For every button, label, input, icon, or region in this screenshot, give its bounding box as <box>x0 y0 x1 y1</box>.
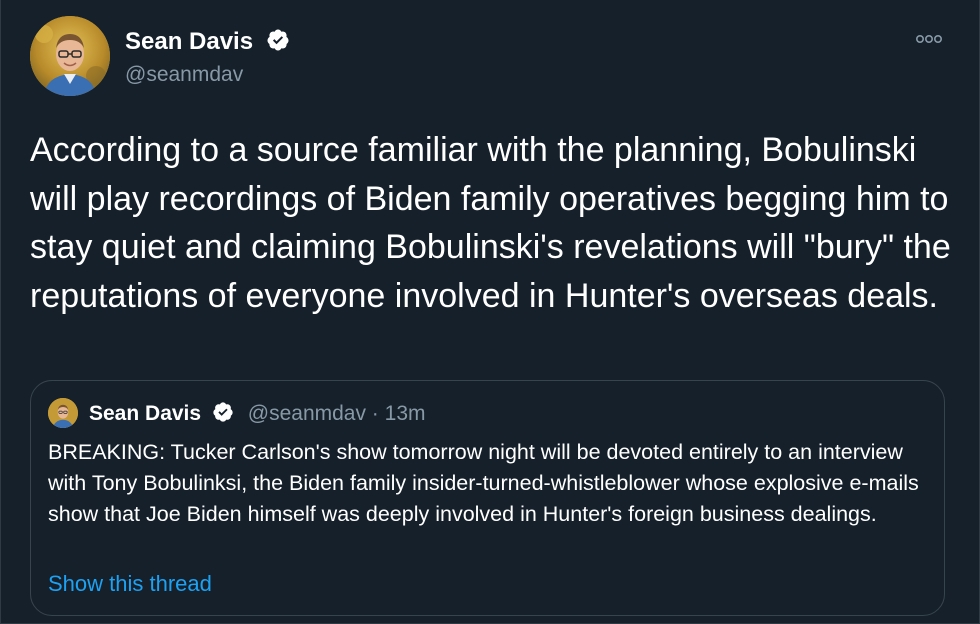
profile-photo-icon <box>48 398 78 428</box>
author-display-name[interactable]: Sean Davis <box>125 28 253 55</box>
quoted-header: Sean Davis @seanmdav · 13m <box>89 401 426 427</box>
tweet-card: Sean Davis @seanmdav According to a sour… <box>0 0 980 624</box>
tweet-text: According to a source familiar with the … <box>30 131 951 315</box>
quoted-tweet-text: BREAKING: Tucker Carlson's show tomorrow… <box>48 440 919 526</box>
show-thread-link[interactable]: Show this thread <box>48 570 212 598</box>
more-options-icon[interactable] <box>914 30 944 48</box>
quoted-handle-timestamp: @seanmdav · 13m <box>247 402 426 425</box>
author-avatar[interactable] <box>30 16 110 96</box>
quoted-display-name[interactable]: Sean Davis <box>89 402 201 425</box>
quoted-tweet[interactable]: Sean Davis @seanmdav · 13m BREAKING: Tuc… <box>30 380 945 616</box>
profile-photo-icon <box>30 16 110 96</box>
author-handle[interactable]: @seanmdav <box>125 63 243 87</box>
verified-badge-icon <box>267 29 289 51</box>
verified-badge-icon <box>213 402 233 422</box>
quoted-author-avatar[interactable] <box>48 398 78 428</box>
author-name-row[interactable]: Sean Davis <box>125 28 290 56</box>
